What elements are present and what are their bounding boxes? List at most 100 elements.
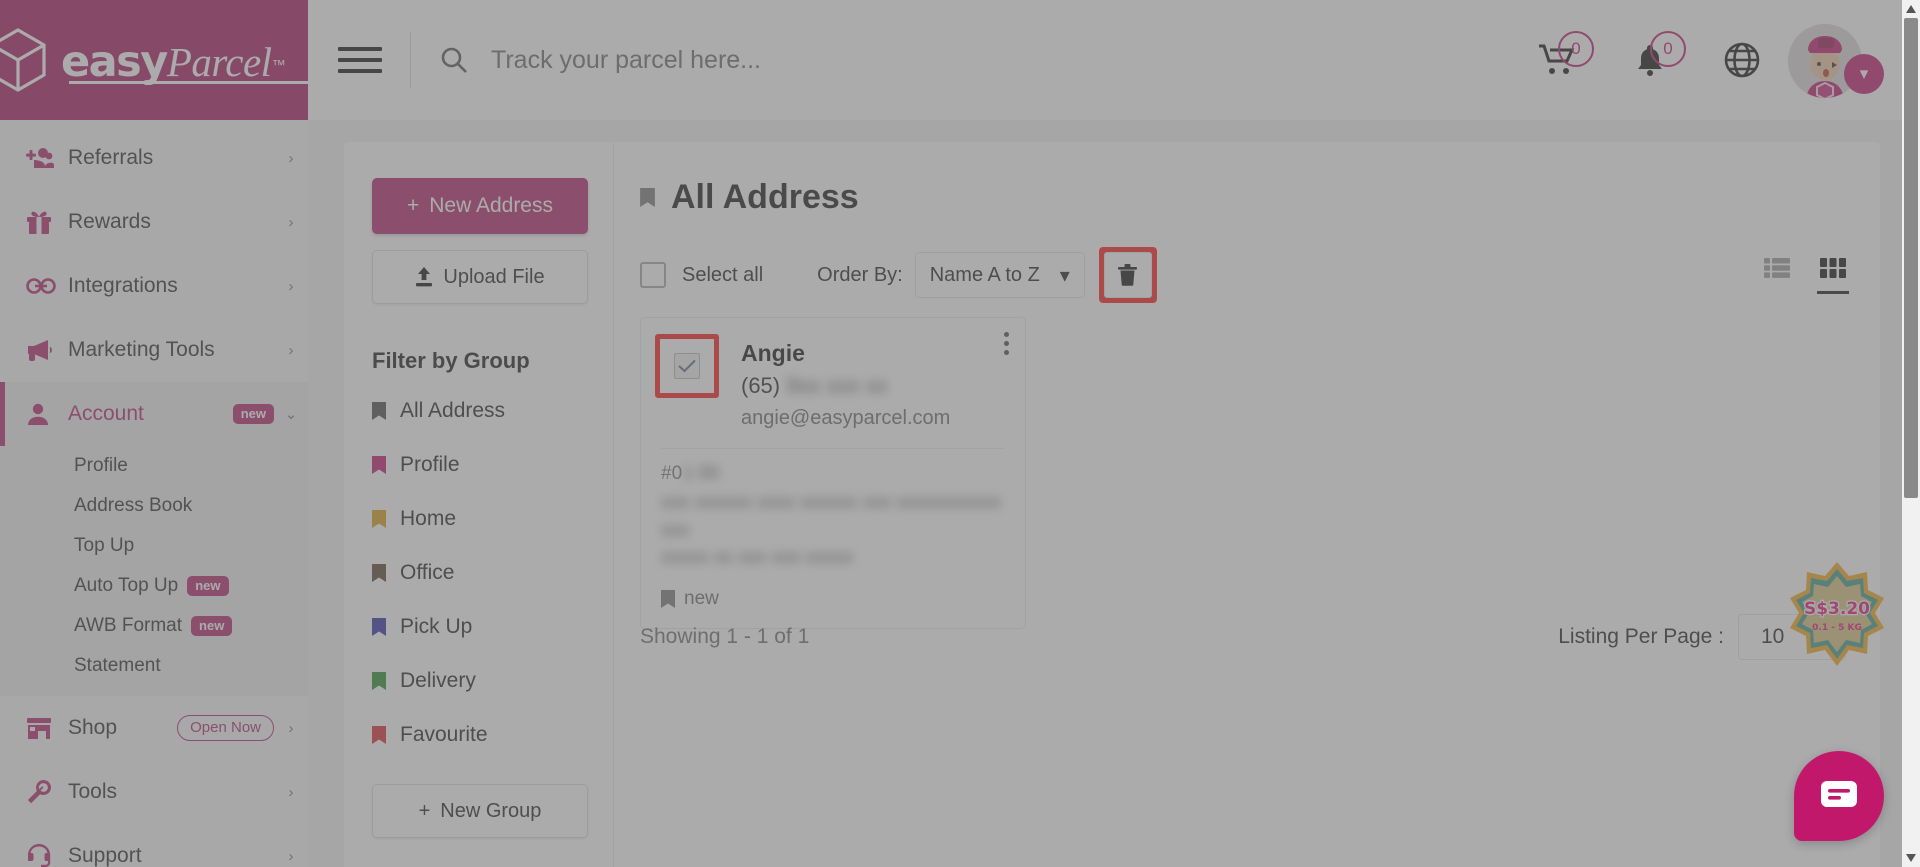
shop-open-now-badge: Open Now: [177, 715, 274, 741]
person-icon: [26, 402, 68, 426]
grid-view-icon[interactable]: [1817, 257, 1849, 294]
language-button[interactable]: [1696, 25, 1788, 95]
notification-count-badge: 0: [1650, 31, 1686, 67]
page-scrollbar[interactable]: [1902, 0, 1920, 867]
chat-button[interactable]: [1794, 751, 1884, 841]
group-item-profile[interactable]: Profile: [372, 438, 585, 492]
sidebar-subitem-label: AWB Format: [74, 615, 183, 636]
address-phone-prefix: (65): [741, 373, 781, 398]
plus-icon: +: [407, 194, 420, 217]
search-input[interactable]: Track your parcel here...: [491, 46, 761, 75]
sidebar-item-statement[interactable]: Statement: [0, 646, 308, 686]
cart-count-badge: 0: [1558, 31, 1594, 67]
list-toolbar: Select all Order By: Name A to Z ▾: [640, 247, 1849, 303]
logo-tm: ™: [271, 56, 286, 73]
bookmark-icon: [372, 402, 386, 420]
address-phone-masked: 9xx xxx xx: [786, 373, 888, 398]
bookmark-icon: [372, 510, 386, 528]
sidebar-item-label: Shop: [68, 716, 118, 739]
group-label: Favourite: [400, 723, 488, 746]
chat-bubble-icon: [1821, 781, 1857, 807]
sidebar-item-profile[interactable]: Profile: [0, 446, 308, 486]
view-toggle: [1764, 257, 1849, 294]
logo-easy-text: easy: [61, 36, 168, 87]
app-root: easyParcel™ Referrals › Rewards › Integr…: [0, 0, 1920, 867]
main-content: + New Address Upload File Filter by Grou…: [308, 120, 1920, 867]
select-all-checkbox[interactable]: [640, 262, 666, 288]
group-item-favourite[interactable]: Favourite: [372, 708, 585, 762]
sidebar-subnav-account: Profile Address Book Top Up Auto Top Up …: [0, 446, 308, 696]
new-address-button[interactable]: + New Address: [372, 178, 588, 234]
bookmark-icon: [372, 564, 386, 582]
sidebar-subitem-label: Statement: [74, 655, 161, 676]
sidebar-item-label: Account: [68, 402, 144, 425]
upload-file-label: Upload File: [443, 265, 545, 288]
list-footer: Showing 1 - 1 of 1 Listing Per Page : 10: [640, 614, 1846, 660]
store-icon: [26, 716, 68, 740]
group-item-pick-up[interactable]: Pick Up: [372, 600, 585, 654]
sidebar: easyParcel™ Referrals › Rewards › Integr…: [0, 0, 319, 867]
sidebar-item-marketing-tools[interactable]: Marketing Tools ›: [0, 318, 308, 382]
group-label: Office: [400, 561, 455, 584]
delete-button-highlight: [1098, 247, 1157, 303]
group-item-delivery[interactable]: Delivery: [372, 654, 585, 708]
address-line-2: xxxxx xx xxx xxx xxxxx: [661, 547, 854, 569]
group-item-office[interactable]: Office: [372, 546, 585, 600]
scrollbar-thumb[interactable]: [1904, 18, 1918, 498]
bookmark-icon: [372, 618, 386, 636]
group-label: Pick Up: [400, 615, 473, 638]
sidebar-item-label: Referrals: [68, 146, 154, 169]
promo-price-text: S$3.20: [1804, 599, 1870, 619]
sidebar-item-auto-top-up[interactable]: Auto Top Up new: [0, 566, 308, 606]
sidebar-item-account[interactable]: Account new ⌄: [0, 382, 308, 446]
sidebar-item-address-book[interactable]: Address Book: [0, 486, 308, 526]
delete-button[interactable]: [1103, 252, 1152, 298]
logo-parcel-text: Parcel: [166, 38, 272, 85]
sidebar-item-tools[interactable]: Tools ›: [0, 760, 308, 824]
sidebar-badge-new: new: [187, 576, 229, 596]
new-group-button[interactable]: + New Group: [372, 784, 588, 838]
sidebar-item-support[interactable]: Support ›: [0, 824, 308, 867]
card-divider: [661, 448, 1005, 449]
sidebar-item-integrations[interactable]: Integrations ›: [0, 254, 308, 318]
sidebar-item-label: Integrations: [68, 274, 178, 297]
scroll-down-arrow-icon[interactable]: [1902, 849, 1920, 867]
sidebar-item-label: Rewards: [68, 210, 151, 233]
scroll-up-arrow-icon[interactable]: [1902, 0, 1920, 18]
notifications-button[interactable]: 0: [1604, 25, 1696, 95]
check-icon: [678, 359, 696, 373]
globe-icon: [1724, 42, 1760, 78]
group-label: Home: [400, 507, 457, 530]
hamburger-icon[interactable]: [338, 43, 382, 77]
cart-button[interactable]: 0: [1512, 25, 1604, 95]
sidebar-item-awb-format[interactable]: AWB Format new: [0, 606, 308, 646]
search-bar[interactable]: Track your parcel here...: [439, 45, 1512, 75]
bookmark-icon: [372, 726, 386, 744]
more-vertical-icon[interactable]: [1004, 332, 1009, 355]
address-checkbox[interactable]: [674, 353, 700, 379]
group-item-all-address[interactable]: All Address: [372, 384, 585, 438]
sidebar-item-shop[interactable]: Shop Open Now ›: [0, 696, 308, 760]
list-view-icon[interactable]: [1764, 257, 1790, 294]
listing-per-page-label: Listing Per Page :: [1558, 625, 1724, 648]
promo-price-badge[interactable]: S$3.20 0.1 - 5 KG: [1778, 560, 1896, 672]
sidebar-subitem-label: Address Book: [74, 495, 193, 516]
chevron-right-icon: ›: [288, 149, 294, 167]
group-item-home[interactable]: Home: [372, 492, 585, 546]
page-title: All Address: [671, 178, 859, 216]
sidebar-item-referrals[interactable]: Referrals ›: [0, 126, 308, 190]
upload-file-button[interactable]: Upload File: [372, 250, 588, 304]
chevron-down-icon[interactable]: ▾: [1844, 54, 1884, 94]
avatar[interactable]: ▾: [1788, 18, 1884, 102]
sidebar-item-rewards[interactable]: Rewards ›: [0, 190, 308, 254]
order-by-select[interactable]: Name A to Z ▾: [914, 252, 1085, 298]
bookmark-icon: [640, 188, 655, 207]
group-label: All Address: [400, 399, 506, 422]
new-address-label: New Address: [429, 194, 553, 217]
chevron-right-icon: ›: [288, 277, 294, 295]
order-by-label: Order By:: [817, 263, 903, 286]
header-actions: 0 0 ▾: [1512, 18, 1884, 102]
brand-logo[interactable]: easyParcel™: [0, 0, 319, 120]
sidebar-item-top-up[interactable]: Top Up: [0, 526, 308, 566]
address-card[interactable]: Angie (65) 9xx xxx xx angie@easyparcel.c…: [640, 317, 1026, 629]
